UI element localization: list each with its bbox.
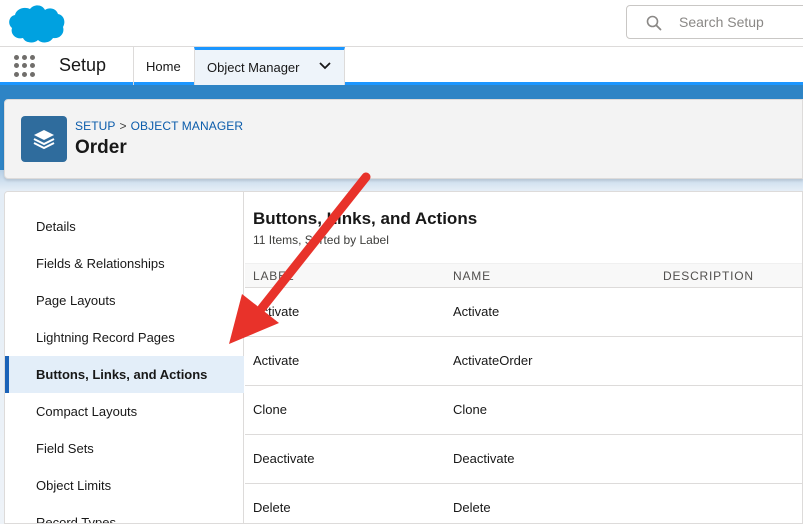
row-name: Delete (453, 500, 491, 515)
sidebar-item-buttons-links-actions[interactable]: Buttons, Links, and Actions (5, 356, 244, 393)
content-area: Buttons, Links, and Actions 11 Items, So… (245, 192, 802, 523)
table-row: Clone Clone (245, 386, 802, 435)
main-panel: Details Fields & Relationships Page Layo… (4, 191, 803, 524)
tab-object-manager[interactable]: Object Manager (194, 47, 345, 85)
sidebar-item-label: Field Sets (36, 441, 94, 456)
global-header (0, 0, 803, 47)
layers-icon (21, 116, 67, 162)
sidebar-item-page-layouts[interactable]: Page Layouts (5, 282, 244, 319)
tab-object-manager-label: Object Manager (207, 60, 300, 75)
page-title: Order (75, 137, 127, 158)
sidebar-item-label: Lightning Record Pages (36, 330, 175, 345)
search-input[interactable] (679, 6, 803, 38)
sidebar-item-fields-relationships[interactable]: Fields & Relationships (5, 245, 244, 282)
row-label-link[interactable]: Activate (253, 353, 299, 368)
column-header-label[interactable]: LABEL (253, 269, 294, 283)
breadcrumb-separator: > (119, 119, 127, 133)
breadcrumb-object-manager[interactable]: OBJECT MANAGER (131, 119, 244, 133)
sidebar-item-details[interactable]: Details (5, 208, 244, 245)
row-name: ActivateOrder (453, 353, 533, 368)
sidebar-item-label: Record Types (36, 515, 116, 524)
search-icon (646, 15, 662, 31)
sidebar-item-lightning-record-pages[interactable]: Lightning Record Pages (5, 319, 244, 356)
row-name: Activate (453, 304, 500, 319)
row-label-link[interactable]: Deactivate (253, 451, 314, 466)
column-header-name[interactable]: NAME (453, 269, 491, 283)
sidebar-item-compact-layouts[interactable]: Compact Layouts (5, 393, 244, 430)
table-row: Activate ActivateOrder (245, 337, 802, 386)
sidebar-item-label: Object Limits (36, 478, 112, 493)
sidebar-item-label: Fields & Relationships (36, 256, 165, 271)
item-count: 11 Items, Sorted by Label (253, 233, 389, 247)
sidebar-item-object-limits[interactable]: Object Limits (5, 467, 244, 504)
table-row: Deactivate Deactivate (245, 435, 802, 484)
section-title: Buttons, Links, and Actions (253, 209, 478, 228)
app-name: Setup (59, 55, 107, 75)
column-header-description[interactable]: DESCRIPTION (663, 269, 754, 283)
chevron-down-icon[interactable] (318, 60, 332, 72)
salesforce-cloud-logo[interactable] (6, 3, 66, 43)
row-label-link[interactable]: Activate (253, 304, 299, 319)
row-label-link[interactable]: Clone (253, 402, 287, 417)
row-name: Deactivate (453, 451, 515, 466)
sidebar-item-label: Page Layouts (36, 293, 116, 308)
table-header: LABEL NAME DESCRIPTION (245, 263, 802, 288)
sidebar-item-field-sets[interactable]: Field Sets (5, 430, 244, 467)
breadcrumb-setup[interactable]: SETUP (75, 119, 116, 133)
sidebar-item-label: Compact Layouts (36, 404, 138, 419)
context-bar: Setup Home Object Manager (0, 47, 803, 85)
object-sidebar: Details Fields & Relationships Page Layo… (5, 192, 244, 524)
tab-home-label: Home (146, 58, 181, 74)
row-label-link[interactable]: Delete (253, 500, 291, 515)
breadcrumb: SETUP > OBJECT MANAGER (75, 119, 243, 133)
table-row: Activate Activate (245, 288, 802, 337)
search-box[interactable] (626, 5, 803, 39)
row-name: Clone (453, 402, 487, 417)
tab-home[interactable]: Home (133, 47, 194, 85)
sidebar-item-label: Details (36, 219, 76, 234)
app-launcher-icon[interactable] (14, 55, 36, 77)
sidebar-item-record-types[interactable]: Record Types (5, 504, 244, 524)
sidebar-item-label: Buttons, Links, and Actions (36, 367, 208, 382)
table-row: Delete Delete (245, 484, 802, 523)
object-header: SETUP > OBJECT MANAGER Order (4, 99, 803, 179)
